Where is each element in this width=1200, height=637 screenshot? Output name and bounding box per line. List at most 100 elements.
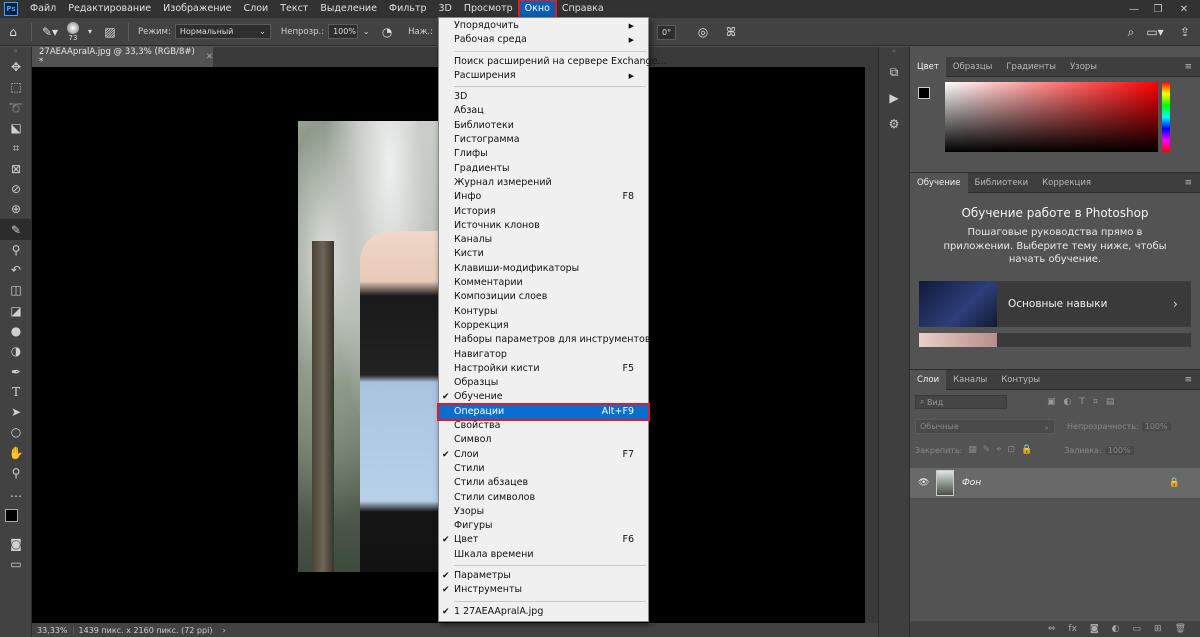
dodge-icon[interactable]: ◑	[0, 341, 32, 361]
close-tab-icon[interactable]: ✕	[206, 52, 213, 62]
menu-10[interactable]: Справка	[556, 0, 610, 18]
tab-learn[interactable]: Обучение	[910, 172, 968, 193]
window-menu-item[interactable]: Глифы	[439, 147, 648, 161]
tab-swatches[interactable]: Образцы	[946, 57, 1000, 77]
window-menu-item[interactable]: Градиенты	[439, 162, 648, 176]
menu-3[interactable]: Слои	[237, 0, 274, 18]
window-menu-item[interactable]: Журнал измерений	[439, 176, 648, 190]
workspace-icon[interactable]: ▭▾	[1144, 21, 1166, 43]
window-menu-item[interactable]: 3D	[439, 90, 648, 104]
brush-icon[interactable]: ✎	[0, 219, 32, 240]
lock-icons[interactable]: ▦✎⌖⊡🔒	[968, 445, 1038, 455]
window-menu-item[interactable]: ✔ Обучение	[439, 390, 648, 404]
minimize-icon[interactable]: —	[1122, 0, 1146, 18]
link-layers-icon[interactable]: ⇔	[1048, 624, 1056, 634]
window-menu-item[interactable]: Расширения ▶	[439, 69, 648, 83]
window-menu-item[interactable]: Узоры	[439, 505, 648, 519]
window-menu-item[interactable]: Настройки кисти F5	[439, 362, 648, 376]
window-menu-item[interactable]: Фигуры	[439, 519, 648, 533]
window-menu-item[interactable]: Клавиши-модификаторы	[439, 262, 648, 276]
opacity-input[interactable]: 100%	[328, 24, 359, 39]
menu-9[interactable]: Окно	[517, 0, 557, 19]
pressure-opacity-icon[interactable]: ◔	[376, 21, 398, 43]
window-menu-item[interactable]: Композиции слоев	[439, 290, 648, 304]
layer-row[interactable]: 👁 Фон 🔒	[910, 468, 1200, 498]
window-menu-item[interactable]: Комментарии	[439, 276, 648, 290]
chevron-down-icon[interactable]: ▾	[85, 21, 95, 43]
properties-panel-icon[interactable]: ⚙	[879, 111, 909, 137]
menu-5[interactable]: Выделение	[314, 0, 383, 18]
gradient-icon[interactable]: ◪	[0, 301, 32, 321]
window-menu-item[interactable]: ✔ 1 27AEAApralA.jpg	[439, 605, 648, 619]
layer-name[interactable]: Фон	[962, 478, 981, 488]
screen-mode-icon[interactable]: ▭	[0, 554, 32, 574]
symmetry-icon[interactable]: ꕤ	[720, 21, 742, 43]
window-menu-item[interactable]: Кисти	[439, 247, 648, 261]
search-icon[interactable]: ⌕	[1120, 21, 1142, 43]
quick-mask-icon[interactable]: ◙	[0, 534, 32, 554]
tab-paths[interactable]: Контуры	[994, 370, 1047, 390]
history-brush-icon[interactable]: ↶	[0, 260, 32, 280]
quick-select-icon[interactable]: ⬕	[0, 118, 32, 138]
foreground-color-swatch[interactable]	[918, 87, 930, 99]
mode-select[interactable]: Нормальный ⌄	[174, 24, 271, 39]
window-menu-item[interactable]: Стили	[439, 462, 648, 476]
actions-panel-icon[interactable]: ▶	[879, 85, 909, 111]
panel-grip[interactable]: »	[0, 47, 31, 57]
delete-layer-icon[interactable]: 🗑	[1175, 624, 1186, 634]
document-tab[interactable]: 27AEAApralA.jpg @ 33,3% (RGB/8#) * ✕	[32, 47, 214, 67]
tab-layers[interactable]: Слои	[910, 369, 947, 390]
type-icon[interactable]: T	[0, 382, 32, 402]
blend-mode-select[interactable]: Обычные ⌄	[915, 418, 1055, 434]
pressure-size-icon[interactable]: ◎	[692, 21, 714, 43]
move-icon[interactable]: ✥	[0, 57, 32, 77]
window-menu-item[interactable]: Инфо F8	[439, 190, 648, 204]
tab-channels[interactable]: Каналы	[946, 370, 994, 390]
tab-patterns[interactable]: Узоры	[1063, 57, 1104, 77]
window-menu-item[interactable]: Образцы	[439, 376, 648, 390]
history-panel-icon[interactable]: ⧉	[879, 59, 909, 85]
shape-icon[interactable]: ○	[0, 422, 32, 442]
window-menu-item[interactable]: Свойства	[439, 419, 648, 433]
window-menu-item[interactable]: Библиотеки	[439, 119, 648, 133]
tab-libraries[interactable]: Библиотеки	[968, 173, 1036, 193]
adjustment-layer-icon[interactable]: ◐	[1112, 624, 1120, 634]
menu-8[interactable]: Просмотр	[458, 0, 519, 18]
share-icon[interactable]: ⇪	[1174, 21, 1196, 43]
opacity-value[interactable]: 100%	[1141, 421, 1171, 431]
course-card-partial[interactable]	[919, 332, 1191, 347]
window-menu-item[interactable]: Стили абзацев	[439, 476, 648, 490]
chevron-down-icon[interactable]: ⌄	[360, 21, 372, 43]
menu-0[interactable]: Файл	[24, 0, 62, 18]
window-menu-item[interactable]: ✔ Цвет F6	[439, 533, 648, 547]
tab-color[interactable]: Цвет	[910, 56, 946, 77]
window-menu-item[interactable]: Абзац	[439, 104, 648, 118]
window-menu-item[interactable]: Поиск расширений на сервере Exchange...	[439, 55, 666, 69]
panel-menu-icon[interactable]: ≡	[1184, 178, 1192, 188]
group-icon[interactable]: ▭	[1133, 624, 1142, 634]
menu-4[interactable]: Текст	[274, 0, 314, 18]
panel-menu-icon[interactable]: ≡	[1184, 375, 1192, 385]
hand-icon[interactable]: ✋	[0, 443, 32, 463]
pen-icon[interactable]: ✒	[0, 361, 32, 381]
angle-input[interactable]: 0°	[657, 25, 677, 40]
color-swatches[interactable]	[0, 504, 31, 534]
window-menu-item[interactable]: ✔ Инструменты	[439, 583, 648, 597]
window-menu-item[interactable]: Рабочая среда ▶	[439, 33, 648, 47]
window-menu-item[interactable]: Символ	[439, 433, 648, 447]
brush-preset-icon[interactable]: ✎▾	[39, 21, 61, 43]
window-menu-item[interactable]: ✔ Параметры	[439, 569, 648, 583]
zoom-icon[interactable]: ⚲	[0, 463, 32, 483]
home-icon[interactable]: ⌂	[2, 21, 24, 43]
window-menu-item[interactable]: История	[439, 205, 648, 219]
path-select-icon[interactable]: ➤	[0, 402, 32, 422]
lasso-icon[interactable]: ➰	[0, 98, 32, 118]
panel-grip[interactable]: «	[879, 47, 909, 59]
layer-filter-icons[interactable]: ▣◐T⌗▤	[1047, 397, 1122, 407]
window-menu-item[interactable]: Гистограмма	[439, 133, 648, 147]
stamp-icon[interactable]: ⚲	[0, 240, 32, 260]
zoom-level[interactable]: 33,33%	[32, 626, 73, 635]
blur-icon[interactable]: ●	[0, 321, 32, 341]
menu-2[interactable]: Изображение	[157, 0, 237, 18]
brush-size-picker[interactable]: 73	[67, 21, 79, 42]
